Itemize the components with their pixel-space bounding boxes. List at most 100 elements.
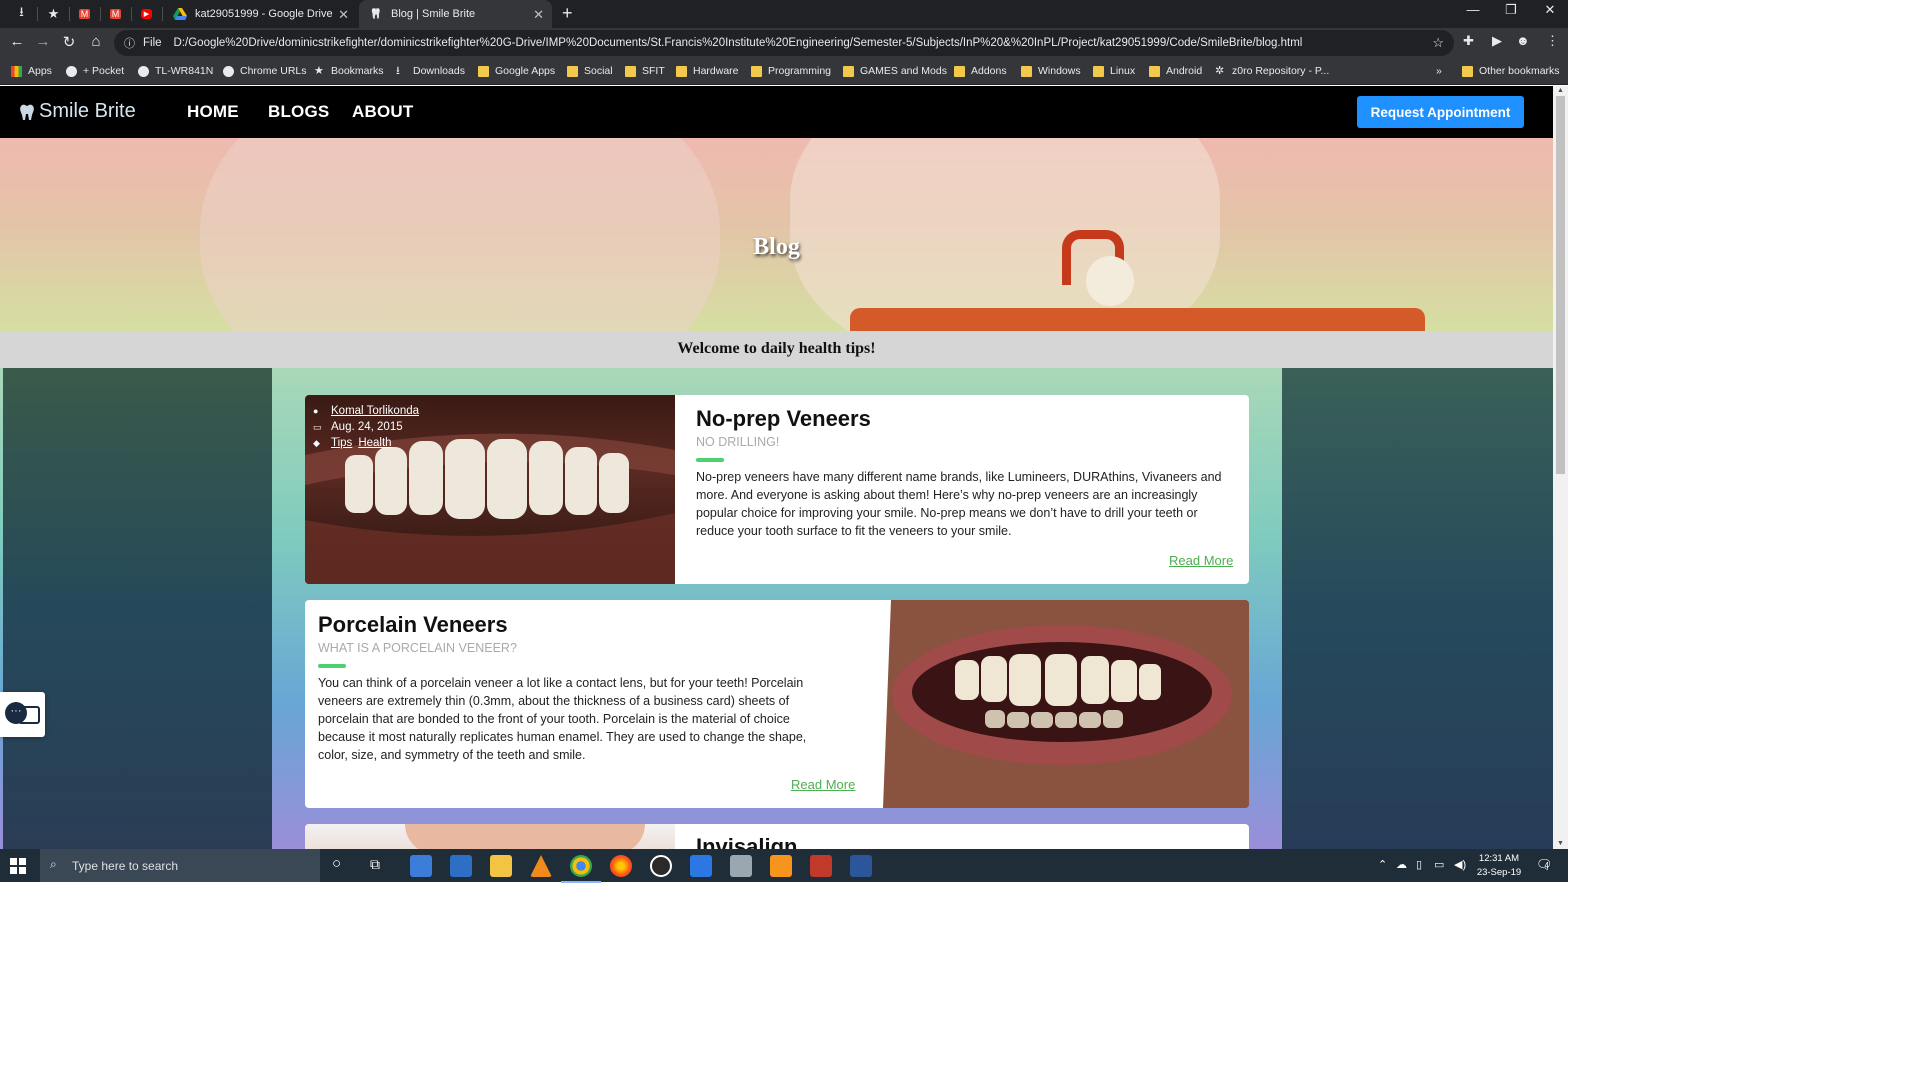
bookmark-folder-linux[interactable]: Linux bbox=[1093, 63, 1135, 79]
nav-link-about[interactable]: ABOUT bbox=[352, 102, 413, 122]
post-title[interactable]: No-prep Veneers bbox=[696, 406, 871, 432]
bookmark-apps[interactable]: Apps bbox=[11, 63, 52, 79]
word-icon[interactable] bbox=[850, 855, 872, 877]
reload-icon[interactable]: ↻ bbox=[58, 33, 80, 51]
tray-chevron-icon[interactable]: ⌃ bbox=[1378, 858, 1387, 871]
tooth-favicon-icon: 🦷 bbox=[369, 8, 383, 20]
extension-puzzle-icon[interactable]: ✚ bbox=[1463, 33, 1474, 49]
tag-link[interactable]: Tips bbox=[331, 437, 352, 449]
home-icon[interactable]: ⌂ bbox=[85, 33, 107, 50]
accent-bar bbox=[318, 664, 346, 668]
tab-google-drive[interactable]: kat29051999 - Google Drive ✕ bbox=[163, 0, 357, 28]
bookmark-folder-windows[interactable]: Windows bbox=[1021, 63, 1081, 79]
firefox-icon[interactable] bbox=[610, 855, 632, 877]
steam-icon[interactable] bbox=[650, 855, 672, 877]
volume-icon[interactable]: ◀) bbox=[1454, 858, 1466, 871]
url-text[interactable]: D:/Google%20Drive/dominicstrikefighter/d… bbox=[174, 37, 1303, 49]
folder-icon bbox=[1093, 65, 1104, 77]
nav-link-home[interactable]: HOME bbox=[187, 102, 239, 122]
file-explorer-icon[interactable] bbox=[490, 855, 512, 877]
back-icon[interactable]: ← bbox=[6, 33, 28, 50]
task-view-icon[interactable]: ⧉ bbox=[370, 856, 380, 873]
app-icon-grey[interactable] bbox=[730, 855, 752, 877]
folder-icon bbox=[567, 65, 578, 77]
gmail-pinned-tab[interactable]: M bbox=[69, 0, 100, 28]
tag-link[interactable]: Health bbox=[358, 437, 391, 449]
bookmark-folder-programming[interactable]: Programming bbox=[751, 63, 831, 79]
bookmarks-overflow-chevron-icon[interactable]: » bbox=[1436, 63, 1442, 79]
address-bar[interactable]: ⓘ File D:/Google%20Drive/dominicstrikefi… bbox=[114, 30, 1454, 56]
outlook-app-icon[interactable] bbox=[410, 855, 432, 877]
tab-blog-smile-brite[interactable]: 🦷 Blog | Smile Brite ✕ bbox=[359, 0, 552, 28]
close-tab-icon[interactable]: ✕ bbox=[533, 7, 544, 23]
read-more-link[interactable]: Read More bbox=[791, 777, 855, 792]
minimize-button[interactable]: — bbox=[1453, 2, 1493, 17]
bookmark-folder-social[interactable]: Social bbox=[567, 63, 613, 79]
info-icon[interactable]: ⓘ bbox=[124, 35, 135, 51]
bookmark-folder-google-apps[interactable]: Google Apps bbox=[478, 63, 555, 79]
post-image-face bbox=[305, 824, 675, 849]
star-icon: ★ bbox=[314, 64, 324, 77]
bookmark-chrome-urls[interactable]: Chrome URLs bbox=[223, 63, 307, 79]
bookmark-z0ro-repository[interactable]: ✲ z0ro Repository - P... bbox=[1215, 63, 1329, 79]
scroll-up-arrow-icon[interactable]: ▲ bbox=[1557, 87, 1564, 94]
globe-icon bbox=[223, 65, 234, 77]
youtube-pinned-tab[interactable]: ▶ bbox=[131, 0, 162, 28]
new-tab-button[interactable]: + bbox=[562, 3, 573, 24]
folder-icon bbox=[1149, 65, 1160, 77]
face-shape bbox=[405, 824, 645, 849]
close-tab-icon[interactable]: ✕ bbox=[338, 7, 349, 23]
bookmark-folder-games-and-mods[interactable]: GAMES and Mods bbox=[843, 63, 947, 79]
close-window-button[interactable]: ✕ bbox=[1530, 2, 1570, 18]
site-logo[interactable]: Smile Brite bbox=[18, 100, 136, 123]
bookmark-folder-addons[interactable]: Addons bbox=[954, 63, 1007, 79]
request-appointment-button[interactable]: Request Appointment bbox=[1357, 96, 1524, 128]
windows-start-icon[interactable] bbox=[10, 858, 26, 874]
vlc-icon[interactable] bbox=[530, 855, 552, 877]
bookmark-tl-wr841n[interactable]: TL-WR841N bbox=[138, 63, 213, 79]
windows-taskbar: ⌕ Type here to search ○ ⧉ ⌃ ☁ ▯ ▭ ◀) 12:… bbox=[0, 849, 1568, 883]
system-clock[interactable]: 12:31 AM 23-Sep-19 bbox=[1474, 852, 1524, 880]
battery-icon[interactable]: ▯ bbox=[1416, 858, 1422, 871]
bookmark-star-pinned-tab[interactable]: ★ bbox=[38, 0, 69, 28]
bookmark-folder-other-bookmarks[interactable]: Other bookmarks bbox=[1462, 63, 1560, 79]
chat-widget-button[interactable]: ··· bbox=[0, 692, 45, 737]
gmail-pinned-tab-2[interactable]: M bbox=[100, 0, 131, 28]
taskbar-search-box[interactable]: ⌕ Type here to search bbox=[40, 849, 320, 882]
restore-button[interactable]: ❐ bbox=[1491, 2, 1531, 18]
remote-app-icon[interactable] bbox=[450, 855, 472, 877]
tooth-logo-icon bbox=[20, 104, 34, 120]
bookmark-bookmarks[interactable]: ★ Bookmarks bbox=[314, 63, 384, 79]
profile-avatar-icon[interactable]: ☻ bbox=[1516, 33, 1530, 48]
bookmark-label: Bookmarks bbox=[331, 65, 384, 77]
post-title[interactable]: Invisalign bbox=[696, 834, 797, 849]
bookmark-pocket[interactable]: + Pocket bbox=[66, 63, 124, 79]
post-title[interactable]: Porcelain Veneers bbox=[318, 612, 508, 638]
page-scrollbar[interactable]: ▲ ▼ bbox=[1553, 86, 1568, 849]
bookmark-folder-hardware[interactable]: Hardware bbox=[676, 63, 739, 79]
download-icon[interactable]: ⭳ bbox=[6, 0, 37, 28]
onedrive-cloud-icon[interactable]: ☁ bbox=[1396, 858, 1407, 871]
bookmark-folder-android[interactable]: Android bbox=[1149, 63, 1202, 79]
author-link[interactable]: Komal Torlikonda bbox=[331, 405, 419, 417]
media-play-icon[interactable]: ▶ bbox=[1492, 33, 1502, 49]
bookmark-star-icon[interactable]: ☆ bbox=[1432, 35, 1444, 51]
cortana-circle-icon[interactable]: ○ bbox=[332, 855, 341, 872]
app-icon-blue[interactable] bbox=[690, 855, 712, 877]
scrollbar-thumb[interactable] bbox=[1556, 96, 1565, 474]
read-more-link[interactable]: Read More bbox=[1169, 553, 1233, 568]
bookmark-folder-sfit[interactable]: SFIT bbox=[625, 63, 665, 79]
menu-kebab-icon[interactable]: ⋮ bbox=[1546, 33, 1559, 49]
sublime-text-icon[interactable] bbox=[770, 855, 792, 877]
date-text: Aug. 24, 2015 bbox=[331, 421, 403, 433]
smile-illustration bbox=[875, 600, 1249, 808]
scroll-down-arrow-icon[interactable]: ▼ bbox=[1557, 840, 1564, 847]
bookmark-downloads[interactable]: ⭳ Downloads bbox=[396, 63, 465, 79]
chrome-icon[interactable] bbox=[561, 855, 601, 883]
network-icon[interactable]: ▭ bbox=[1434, 858, 1444, 871]
forward-icon[interactable]: → bbox=[32, 33, 54, 50]
globe-icon bbox=[66, 65, 77, 77]
nav-link-blogs[interactable]: BLOGS bbox=[268, 102, 329, 122]
app-icon-red[interactable] bbox=[810, 855, 832, 877]
notification-center-icon[interactable]: 🗨4 bbox=[1536, 857, 1557, 873]
